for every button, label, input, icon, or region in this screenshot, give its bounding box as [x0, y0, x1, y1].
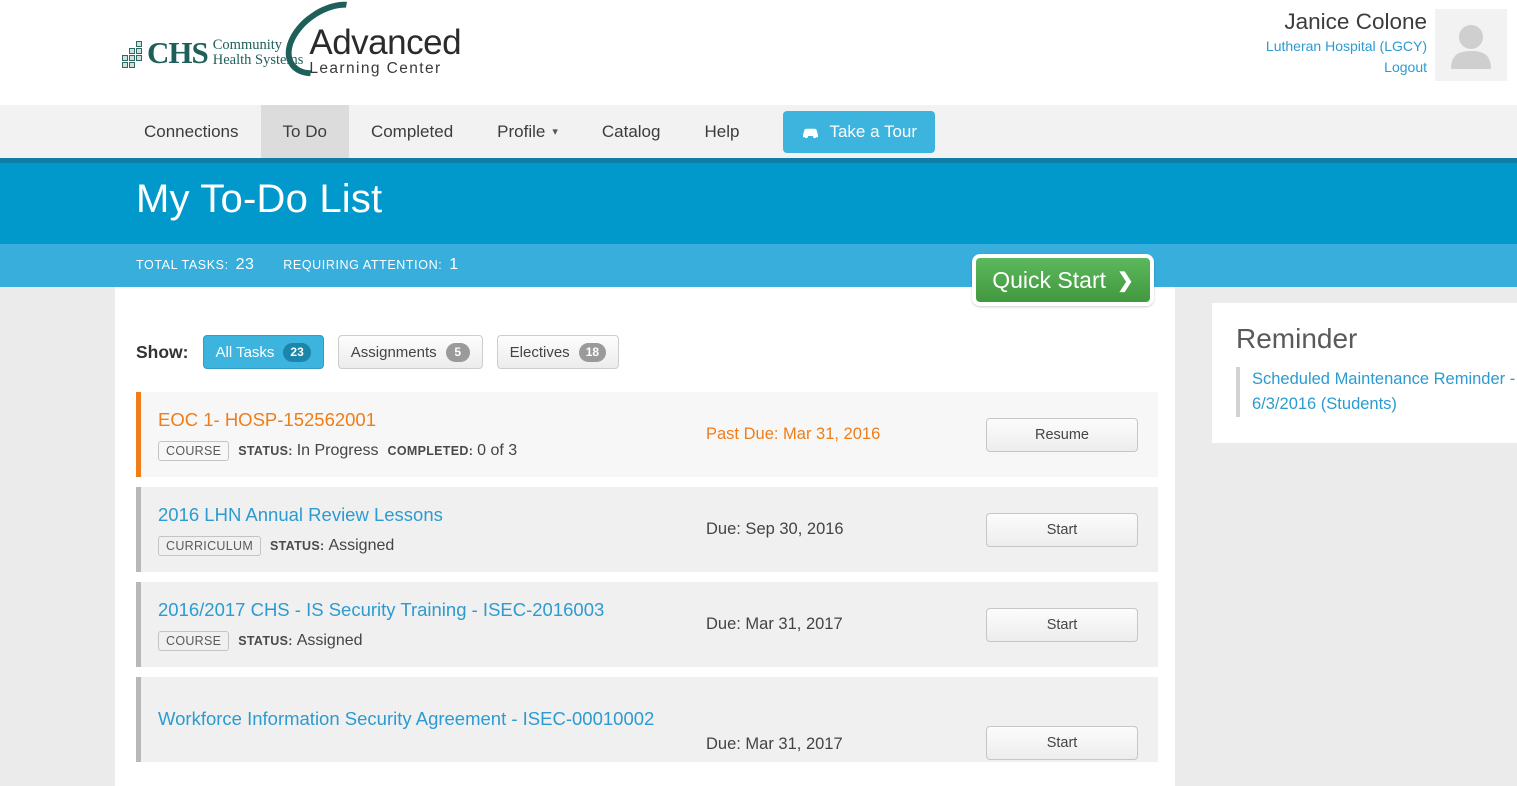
- task-title-link[interactable]: 2016/2017 CHS - IS Security Training - I…: [158, 598, 706, 622]
- stats-group: TOTAL TASKS: 23 REQUIRING ATTENTION: 1: [136, 256, 481, 274]
- task-info: Workforce Information Security Agreement…: [141, 693, 706, 745]
- task-type-badge: CURRICULUM: [158, 536, 262, 557]
- site-logo[interactable]: CHS Community Health Systems Advanced Le…: [122, 0, 462, 92]
- user-block: Janice Colone Lutheran Hospital (LGCY) L…: [1266, 8, 1427, 78]
- task-due-date: Past Due: Mar 31, 2016: [706, 425, 881, 443]
- alc-logo: Advanced Learning Center: [272, 0, 462, 92]
- user-name: Janice Colone: [1284, 9, 1427, 34]
- filter-assignments[interactable]: Assignments 5: [337, 335, 483, 369]
- task-title-link[interactable]: 2016 LHN Annual Review Lessons: [158, 503, 706, 527]
- status-label: STATUS:: [270, 539, 325, 554]
- nav-item-todo[interactable]: To Do: [260, 105, 349, 158]
- page-title: My To-Do List: [136, 177, 383, 221]
- table-row[interactable]: Workforce Information Security Agreement…: [136, 677, 1158, 762]
- task-type-badge: COURSE: [158, 441, 230, 462]
- top-header: CHS Community Health Systems Advanced Le…: [0, 0, 1517, 105]
- total-tasks-label: TOTAL TASKS:: [136, 258, 229, 272]
- nav-item-catalog[interactable]: Catalog: [580, 105, 683, 158]
- reminder-link[interactable]: Scheduled Maintenance Reminder - 6/3/201…: [1236, 367, 1517, 417]
- table-row[interactable]: 2016 LHN Annual Review Lessons CURRICULU…: [136, 487, 1158, 572]
- page-body: Show: All Tasks 23 Assignments 5 Electiv…: [0, 287, 1517, 786]
- task-info: 2016 LHN Annual Review Lessons CURRICULU…: [141, 489, 706, 570]
- chevron-right-icon: ❯: [1117, 269, 1134, 292]
- task-action-button[interactable]: Start: [986, 726, 1138, 760]
- filter-count-badge: 18: [578, 342, 607, 362]
- task-info: EOC 1- HOSP-152562001 COURSE STATUS: In …: [141, 394, 706, 475]
- nav-item-completed[interactable]: Completed: [349, 105, 475, 158]
- reminder-card: Reminder Scheduled Maintenance Reminder …: [1212, 303, 1517, 443]
- status-value: Assigned: [296, 632, 363, 650]
- filter-electives[interactable]: Electives 18: [496, 335, 620, 369]
- total-tasks-value: 23: [235, 256, 255, 273]
- car-icon: [801, 125, 820, 139]
- task-meta: CURRICULUM STATUS: Assigned: [158, 536, 706, 557]
- task-action-button[interactable]: Start: [986, 607, 1138, 642]
- task-title-link[interactable]: EOC 1- HOSP-152562001: [158, 408, 706, 432]
- show-label: Show:: [136, 341, 189, 362]
- task-type-badge: COURSE: [158, 631, 230, 652]
- logout-link[interactable]: Logout: [1266, 57, 1427, 78]
- chevron-down-icon: ▾: [552, 126, 558, 138]
- chs-wordmark: CHS: [147, 34, 209, 70]
- user-avatar-icon: [1451, 25, 1491, 69]
- nav-label: Help: [704, 121, 740, 141]
- task-title-link[interactable]: Workforce Information Security Agreement…: [158, 707, 658, 731]
- stats-bar: TOTAL TASKS: 23 REQUIRING ATTENTION: 1 Q…: [0, 244, 1517, 306]
- avatar[interactable]: [1435, 9, 1507, 81]
- main-navigation: Connections To Do Completed Profile ▾ Ca…: [0, 105, 1517, 163]
- table-row[interactable]: 2016/2017 CHS - IS Security Training - I…: [136, 582, 1158, 667]
- task-meta: COURSE STATUS: In Progress COMPLETED: 0 …: [158, 441, 706, 462]
- status-value: Assigned: [328, 537, 395, 555]
- status-label: STATUS:: [238, 634, 293, 649]
- todo-content-panel: Show: All Tasks 23 Assignments 5 Electiv…: [115, 287, 1175, 786]
- task-list: EOC 1- HOSP-152562001 COURSE STATUS: In …: [115, 392, 1175, 762]
- page-banner: My To-Do List: [0, 163, 1517, 244]
- nav-label: Profile: [497, 121, 546, 141]
- filter-label: Assignments: [350, 343, 437, 361]
- completed-label: COMPLETED:: [387, 444, 474, 459]
- filter-label: Electives: [509, 343, 570, 361]
- task-info: 2016/2017 CHS - IS Security Training - I…: [141, 584, 706, 665]
- filter-count-badge: 23: [283, 342, 311, 362]
- nav-item-profile[interactable]: Profile ▾: [475, 105, 580, 158]
- task-due-date: Due: Sep 30, 2016: [706, 520, 844, 538]
- quick-start-button[interactable]: Quick Start ❯: [972, 254, 1154, 306]
- task-action-button[interactable]: Start: [986, 512, 1138, 547]
- quick-start-label: Quick Start: [992, 266, 1106, 293]
- user-organization-link[interactable]: Lutheran Hospital (LGCY): [1266, 36, 1427, 57]
- nav-label: Completed: [370, 121, 454, 141]
- nav-label: To Do: [282, 121, 327, 141]
- completed-value: 0 of 3: [477, 442, 518, 460]
- filter-all-tasks[interactable]: All Tasks 23: [202, 335, 324, 369]
- nav-label: Catalog: [601, 121, 661, 141]
- task-due-date: Due: Mar 31, 2017: [706, 615, 843, 633]
- filter-count-badge: 5: [445, 342, 470, 362]
- requiring-attention-value: 1: [449, 256, 459, 273]
- chs-dots-icon: [122, 37, 144, 68]
- requiring-attention-label: REQUIRING ATTENTION:: [283, 258, 443, 272]
- nav-item-help[interactable]: Help: [682, 105, 761, 158]
- chs-logo: CHS Community Health Systems: [122, 37, 303, 68]
- filter-label: All Tasks: [215, 343, 275, 361]
- nav-label: Connections: [144, 121, 239, 141]
- table-row[interactable]: EOC 1- HOSP-152562001 COURSE STATUS: In …: [136, 392, 1158, 477]
- reminder-title: Reminder: [1236, 323, 1358, 354]
- status-label: STATUS:: [238, 444, 293, 459]
- task-due-date: Due: Mar 31, 2017: [706, 735, 843, 753]
- task-action-button[interactable]: Resume: [986, 417, 1138, 452]
- task-meta: COURSE STATUS: Assigned: [158, 631, 706, 652]
- status-value: In Progress: [296, 442, 379, 460]
- take-a-tour-label: Take a Tour: [829, 121, 918, 141]
- nav-item-connections[interactable]: Connections: [122, 105, 261, 158]
- take-a-tour-button[interactable]: Take a Tour: [783, 110, 936, 153]
